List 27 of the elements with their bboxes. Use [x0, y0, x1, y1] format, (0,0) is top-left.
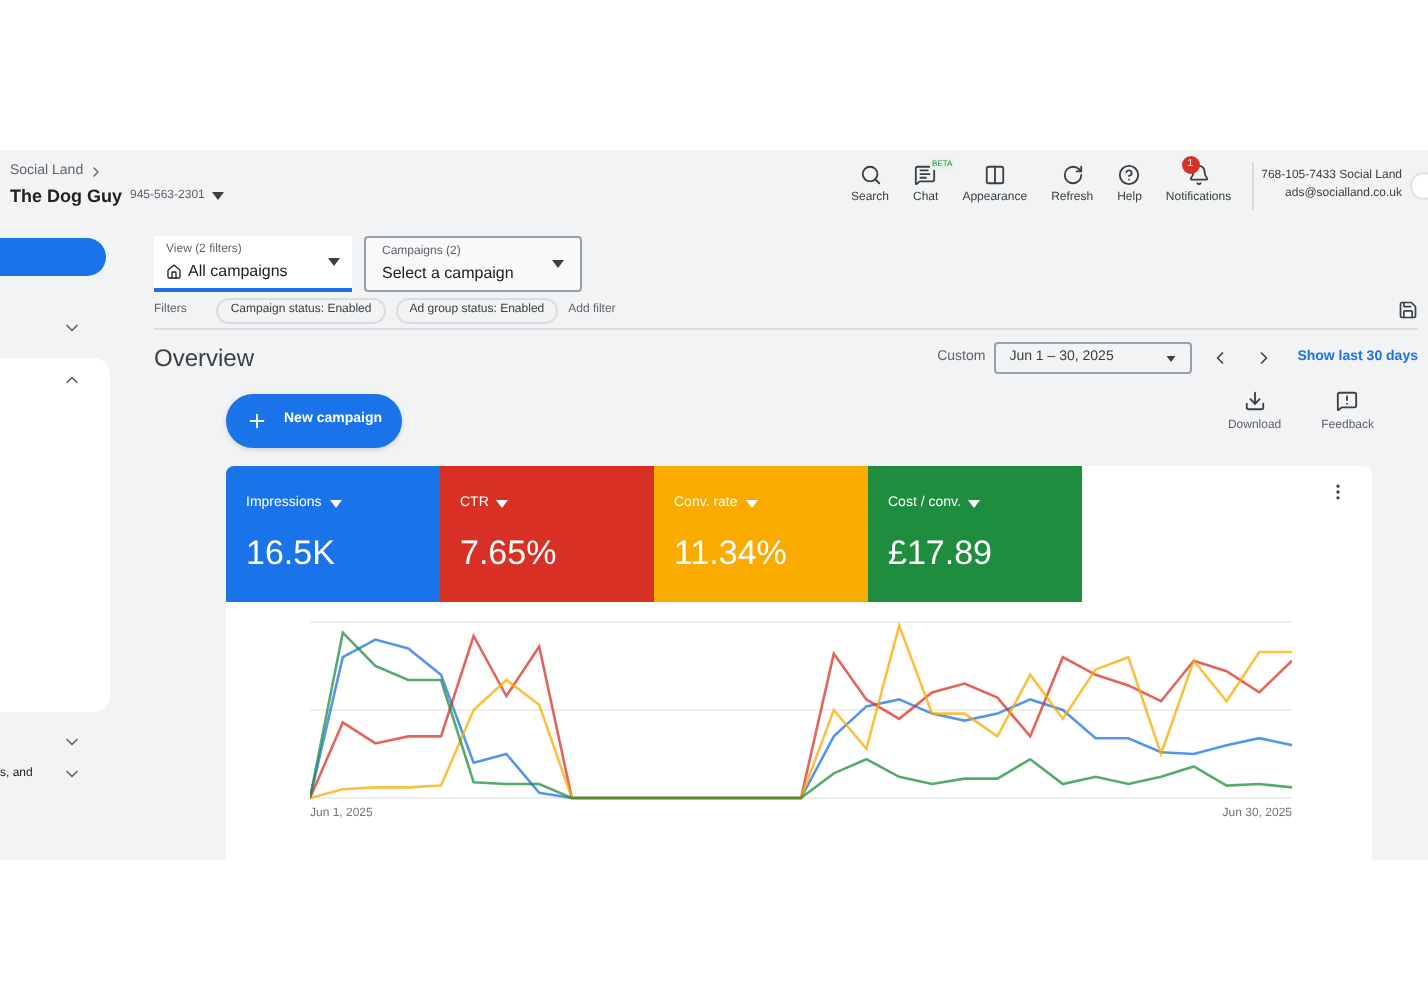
help-icon: [1118, 164, 1141, 186]
caret-icon: [1165, 355, 1176, 361]
metric-value: £17.89: [888, 531, 994, 575]
plus-icon: [246, 410, 268, 432]
feedback-icon: [1336, 390, 1359, 412]
search-icon: [859, 164, 881, 186]
metric-value: 7.65%: [460, 531, 559, 575]
caret-icon[interactable]: [496, 500, 509, 509]
panel-icon: [983, 164, 1006, 186]
download-icon: [1243, 390, 1266, 412]
view-value: All campaigns: [188, 259, 288, 283]
refresh-icon: [1061, 164, 1084, 186]
dropdown-value: Select a campaign: [382, 261, 516, 285]
metric-value: 16.5K: [246, 531, 337, 575]
bell-icon: [1187, 164, 1210, 186]
caret-icon[interactable]: [212, 192, 225, 201]
caret-icon[interactable]: [968, 500, 981, 509]
save-icon[interactable]: [1398, 300, 1418, 320]
chat-icon: [914, 164, 937, 186]
caret-icon: [552, 260, 564, 268]
page-title: Overview: [154, 342, 255, 376]
account-name: The Dog Guy: [10, 183, 122, 210]
metric-value: 11.34%: [674, 531, 789, 575]
create-button[interactable]: [0, 238, 106, 276]
home-icon: [166, 263, 182, 279]
caret-icon: [328, 258, 340, 266]
caret-icon[interactable]: [329, 500, 342, 509]
